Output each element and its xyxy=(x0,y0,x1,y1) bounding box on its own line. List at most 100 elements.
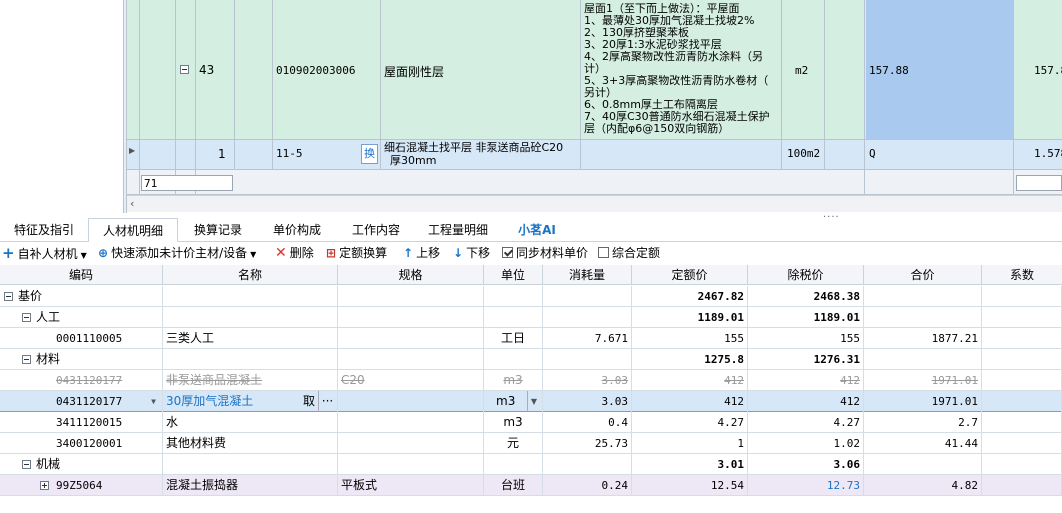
cell-price[interactable]: 1275.8 xyxy=(632,349,748,370)
cell-code[interactable]: ▼ 0431120177 xyxy=(0,391,163,412)
tab-materials[interactable]: 人材机明细 xyxy=(88,218,178,243)
cell-coef[interactable] xyxy=(982,475,1062,496)
col-header-price[interactable]: 定额价 xyxy=(632,265,748,285)
quota-convert-button[interactable]: ⊞ 定额换算 xyxy=(326,245,387,261)
cell-qty[interactable]: 7.671 xyxy=(543,328,632,349)
group-row[interactable]: 机械 3.01 3.06 xyxy=(0,454,1062,475)
cell-price[interactable]: 1189.01 xyxy=(632,307,748,328)
col-header-total[interactable]: 合价 xyxy=(864,265,982,285)
cell-price[interactable]: 4.27 xyxy=(632,412,748,433)
cell-total[interactable] xyxy=(864,349,982,370)
cell-qty[interactable] xyxy=(543,454,632,475)
cell-qty[interactable] xyxy=(543,349,632,370)
cell-tax-free[interactable]: 2468.38 xyxy=(748,286,864,307)
col-header-coef[interactable]: 系数 xyxy=(982,265,1062,285)
dropdown-arrow-icon[interactable]: ▼ xyxy=(527,391,540,412)
collapse-icon[interactable] xyxy=(22,355,31,364)
material-row[interactable]: 99Z5064 混凝土振捣器 平板式 台班 0.24 12.54 12.73 4.82 xyxy=(0,475,1062,496)
cell-tax-free[interactable]: 3.06 xyxy=(748,454,864,475)
cell-tax-free[interactable]: 1276.31 xyxy=(748,349,864,370)
group-row[interactable]: 基价 2467.82 2468.38 xyxy=(0,286,1062,307)
cell-tax-free[interactable]: 1.02 xyxy=(748,433,864,454)
group-row[interactable]: 人工 1189.01 1189.01 xyxy=(0,307,1062,328)
cell-price[interactable]: 2467.82 xyxy=(632,286,748,307)
cell-spec[interactable] xyxy=(338,391,484,412)
cell-unit[interactable] xyxy=(484,286,543,307)
move-up-button[interactable]: ↑ 上移 xyxy=(403,245,440,261)
cell-total[interactable]: 1971.01 xyxy=(864,391,982,412)
cell-unit[interactable] xyxy=(484,349,543,370)
cell-coef[interactable] xyxy=(982,307,1062,328)
cell-name[interactable]: 混凝土振捣器 xyxy=(163,475,338,496)
cell-price[interactable]: 1 xyxy=(632,433,748,454)
cell-unit[interactable]: 台班 xyxy=(484,475,543,496)
cell-coef[interactable] xyxy=(982,286,1062,307)
cell-qty[interactable]: 0.24 xyxy=(543,475,632,496)
move-down-button[interactable]: ↓ 下移 xyxy=(453,245,490,261)
material-row[interactable]: 3400120001 其他材料费 元 25.73 1 1.02 41.44 xyxy=(0,433,1062,454)
col-header-tax-free[interactable]: 除税价 xyxy=(748,265,864,285)
cell-coef[interactable] xyxy=(982,412,1062,433)
cell-name[interactable]: 水 xyxy=(163,412,338,433)
dropdown-arrow-icon[interactable]: ▼ xyxy=(147,391,160,412)
cell-spec[interactable] xyxy=(338,433,484,454)
cell-coef[interactable] xyxy=(982,328,1062,349)
cell-total[interactable]: 2.7 xyxy=(864,412,982,433)
cell-code[interactable]: 3400120001 xyxy=(0,433,163,454)
cell-qty[interactable] xyxy=(543,307,632,328)
material-row[interactable]: 0001110005 三类人工 工日 7.671 155 155 1877.21 xyxy=(0,328,1062,349)
cell-code[interactable]: 基价 xyxy=(0,286,163,307)
collapse-icon[interactable] xyxy=(22,460,31,469)
cell-unit[interactable]: 工日 xyxy=(484,328,543,349)
material-row[interactable]: ▼ 0431120177 30厚加气混凝土 取 ··· m3 ▼ 3.03 412 412 1971… xyxy=(0,391,1062,412)
scroll-left-icon[interactable]: ‹ xyxy=(130,197,134,210)
cell-total[interactable] xyxy=(864,307,982,328)
cell-name[interactable] xyxy=(163,454,338,475)
cell-total[interactable] xyxy=(864,286,982,307)
cell-price[interactable]: 412 xyxy=(632,391,748,412)
cell-total[interactable]: 1877.21 xyxy=(864,328,982,349)
tab-work-content[interactable]: 工作内容 xyxy=(336,218,416,242)
material-row[interactable]: 0431120177 非泵送商品混凝土 C20 m3 3.03 412 412 1971.01 xyxy=(0,370,1062,391)
cell-coef[interactable] xyxy=(982,391,1062,412)
checkbox-unchecked-icon[interactable] xyxy=(598,247,609,258)
item-quantity[interactable]: 157.88 xyxy=(869,64,909,77)
cell-price[interactable]: 12.54 xyxy=(632,475,748,496)
cell-coef[interactable] xyxy=(982,454,1062,475)
cell-code[interactable]: 0431120177 xyxy=(0,370,163,391)
tab-conversion[interactable]: 换算记录 xyxy=(178,218,258,242)
group-row[interactable]: 材料 1275.8 1276.31 xyxy=(0,349,1062,370)
quota-row-1[interactable] xyxy=(127,140,1062,169)
filter-input[interactable] xyxy=(141,175,233,191)
cell-spec[interactable] xyxy=(338,454,484,475)
cell-qty[interactable]: 25.73 xyxy=(543,433,632,454)
cell-spec[interactable] xyxy=(338,307,484,328)
cell-total[interactable]: 1971.01 xyxy=(864,370,982,391)
cell-unit[interactable] xyxy=(484,454,543,475)
cell-qty[interactable]: 3.03 xyxy=(543,370,632,391)
col-header-qty[interactable]: 消耗量 xyxy=(543,265,632,285)
take-button[interactable]: 取 xyxy=(300,391,318,412)
material-row[interactable]: 3411120015 水 m3 0.4 4.27 4.27 2.7 xyxy=(0,412,1062,433)
cell-unit[interactable]: m3 ▼ xyxy=(484,391,543,412)
composite-checkbox[interactable]: 综合定额 xyxy=(598,245,660,261)
cell-price[interactable]: 155 xyxy=(632,328,748,349)
col-header-spec[interactable]: 规格 xyxy=(338,265,484,285)
cell-code[interactable]: 机械 xyxy=(0,454,163,475)
cell-spec[interactable]: 平板式 xyxy=(338,475,484,496)
cell-name[interactable] xyxy=(163,286,338,307)
col-header-name[interactable]: 名称 xyxy=(163,265,338,285)
more-button[interactable]: ··· xyxy=(318,391,336,412)
cell-unit[interactable]: 元 xyxy=(484,433,543,454)
cell-spec[interactable] xyxy=(338,328,484,349)
delete-button[interactable]: ✕ 删除 xyxy=(275,245,314,261)
cell-code[interactable]: 0001110005 xyxy=(0,328,163,349)
add-material-button[interactable]: + 自补人材机 ▼ xyxy=(2,245,87,261)
collapse-icon[interactable] xyxy=(4,292,13,301)
cell-code[interactable]: 材料 xyxy=(0,349,163,370)
cell-tax-free[interactable]: 12.73 xyxy=(748,475,864,496)
cell-spec[interactable] xyxy=(338,412,484,433)
cell-tax-free[interactable]: 155 xyxy=(748,328,864,349)
cell-unit[interactable]: m3 xyxy=(484,370,543,391)
cell-coef[interactable] xyxy=(982,370,1062,391)
